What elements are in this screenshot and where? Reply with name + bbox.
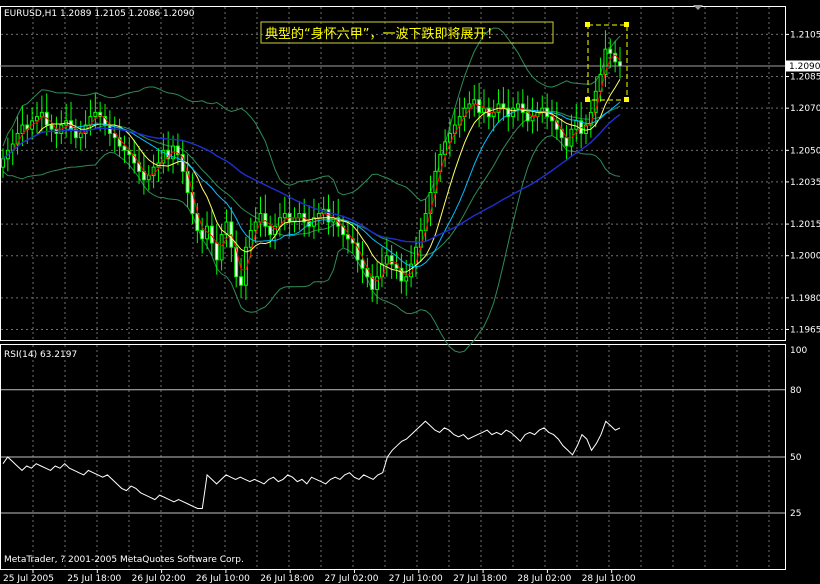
candle-body[interactable] (49, 124, 54, 130)
selection-handle-tl[interactable] (585, 22, 590, 27)
candle-body[interactable] (20, 124, 25, 134)
candle-body[interactable] (482, 107, 486, 113)
rsi-y-label: 80 (790, 386, 802, 396)
candle-body[interactable] (360, 259, 365, 269)
trading-chart[interactable]: 1.2105 1.2085 1.2070 1.2050 1.2035 1.2015 1.20… (0, 0, 820, 584)
candle-body[interactable] (345, 234, 350, 240)
candle-body[interactable] (258, 213, 263, 223)
y-tick-label: 1.2070 (790, 104, 820, 114)
candle-body[interactable] (404, 276, 409, 282)
y-tick-label: 1.1965 (790, 325, 820, 335)
candle-body[interactable] (608, 48, 613, 54)
candle-body[interactable] (501, 103, 506, 109)
y-tick-label: 1.2050 (790, 146, 820, 156)
candle-body[interactable] (253, 221, 258, 231)
candle-body[interactable] (472, 99, 477, 105)
rsi-y-label: 100 (790, 346, 807, 356)
candle-body[interactable] (375, 276, 380, 290)
x-tick-label: 27 Jul 10:00 (389, 574, 443, 584)
candle-body[interactable] (214, 242, 219, 261)
candle-body[interactable] (574, 120, 579, 130)
y-tick-label: 1.2035 (790, 178, 820, 188)
bollinger-lower (2, 135, 621, 353)
rsi-indicator (2, 420, 621, 509)
chart-shift-marker-icon[interactable] (693, 5, 703, 10)
price-axis: 1.2105 1.2085 1.2070 1.2050 1.2035 1.2015 1.20… (785, 30, 820, 519)
time-axis: 25 Jul 2005 25 Jul 18:00 26 Jul 02:00 26 Ju… (3, 569, 636, 584)
candle-body[interactable] (35, 116, 39, 122)
candle-body[interactable] (239, 276, 244, 286)
candle-body[interactable] (516, 103, 520, 109)
x-tick-label: 27 Jul 18:00 (453, 574, 507, 584)
candle-body[interactable] (78, 132, 83, 139)
grid (1, 7, 785, 569)
candle-body[interactable] (219, 234, 224, 261)
y-tick-label: 1.2015 (790, 220, 820, 230)
x-tick-label: 26 Jul 02:00 (132, 574, 186, 584)
y-tick-label: 1.2105 (790, 30, 820, 40)
candle-body[interactable] (268, 225, 273, 236)
x-tick-label: 25 Jul 18:00 (67, 574, 121, 584)
main-panel-frame (0, 6, 786, 341)
rsi-y-label: 50 (790, 453, 802, 463)
candle-body[interactable] (93, 111, 98, 118)
copyright-text: MetaTrader, ? 2001-2005 MetaQuotes Softw… (4, 555, 244, 565)
candle-body[interactable] (39, 111, 44, 118)
x-tick-label: 28 Jul 10:00 (582, 574, 636, 584)
candle-body[interactable] (146, 175, 151, 181)
candle-body[interactable] (263, 213, 268, 227)
candle-body[interactable] (1, 158, 5, 168)
candle-body[interactable] (316, 213, 321, 219)
symbol-info: EURUSD,H1 1.2089 1.2105 1.2086 1.2090 (4, 9, 195, 19)
annotation-text: 典型的“身怀六甲”，一波下跌即将展开！ (265, 26, 499, 42)
candle-body[interactable] (384, 255, 389, 265)
x-tick-label: 27 Jul 02:00 (325, 574, 379, 584)
selection-handle-tr[interactable] (624, 22, 629, 27)
candle-body[interactable] (282, 213, 287, 219)
x-tick-label: 26 Jul 18:00 (260, 574, 314, 584)
rsi-line (2, 420, 621, 509)
candle-body[interactable] (467, 103, 472, 109)
candle-body[interactable] (122, 145, 127, 151)
candle-body[interactable] (297, 213, 302, 219)
candle-body[interactable] (200, 229, 205, 240)
x-tick-label: 26 Jul 10:00 (196, 574, 250, 584)
x-tick-label: 25 Jul 2005 (3, 574, 54, 584)
rsi-label: RSI(14) 63.2197 (4, 350, 77, 360)
candle-body[interactable] (618, 61, 622, 67)
y-tick-label: 1.2000 (790, 252, 820, 262)
x-tick-label: 28 Jul 02:00 (517, 574, 571, 584)
candle-body[interactable] (564, 137, 569, 147)
y-tick-label: 1.1980 (790, 294, 820, 304)
selection-handle-bl[interactable] (585, 97, 590, 102)
y-tick-label: 1.2085 (790, 73, 820, 83)
candle-body[interactable] (530, 116, 535, 122)
current-price-label: 1.2090 (789, 62, 820, 72)
selection-handle-br[interactable] (624, 97, 629, 102)
rsi-y-label: 25 (790, 509, 801, 519)
candle-body[interactable] (491, 111, 496, 118)
